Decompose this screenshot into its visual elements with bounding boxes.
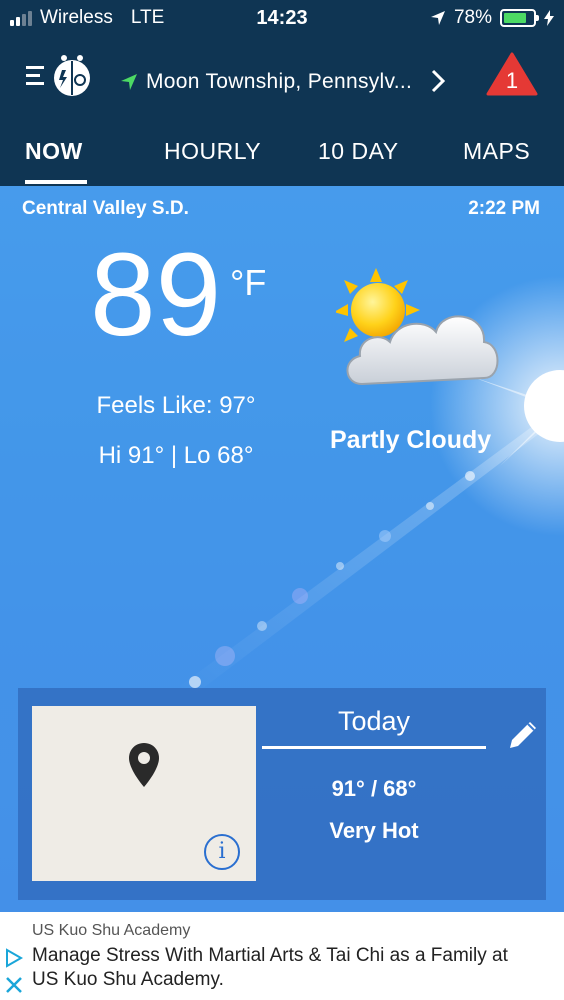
chevron-right-icon[interactable]	[430, 68, 446, 94]
battery-icon	[500, 9, 539, 27]
ad-close-icon[interactable]	[4, 975, 24, 995]
location-selector[interactable]: Moon Township, Pennsylv...	[120, 70, 412, 94]
ad-choices-icon[interactable]	[4, 948, 24, 968]
current-conditions: Central Valley S.D. 2:22 PM 89 °F Feels …	[0, 186, 564, 912]
tab-hourly[interactable]: HOURLY	[164, 138, 261, 165]
location-map[interactable]: i	[32, 706, 256, 881]
app-header: Moon Township, Pennsylv... 1	[0, 48, 564, 112]
active-tab-indicator	[25, 180, 87, 184]
menu-button[interactable]	[26, 52, 94, 100]
today-description: Very Hot	[329, 818, 419, 843]
alert-button[interactable]: 1	[486, 52, 538, 96]
tab-bar: NOW HOURLY 10 DAY MAPS	[0, 130, 564, 186]
location-arrow-icon	[121, 74, 137, 90]
status-bar: Wireless LTE 14:23 78%	[0, 0, 564, 40]
current-temperature: 89	[90, 229, 222, 361]
alert-count: 1	[506, 68, 518, 93]
charging-icon	[544, 10, 554, 26]
ad-text[interactable]: Manage Stress With Martial Arts & Tai Ch…	[32, 944, 532, 992]
today-card: i Today 91° / 68° Very Hot	[18, 688, 546, 900]
map-pin-icon	[129, 743, 159, 787]
station-name[interactable]: Central Valley S.D.	[22, 198, 189, 220]
tab-maps[interactable]: MAPS	[463, 138, 530, 165]
tab-10-day[interactable]: 10 DAY	[318, 138, 399, 165]
top-bar: Wireless LTE 14:23 78% Moon Township, Pe…	[0, 0, 564, 186]
today-divider	[262, 746, 486, 749]
feels-like: Feels Like: 97°	[96, 392, 256, 419]
today-hi-lo: 91° / 68°	[331, 776, 417, 801]
ad-source: US Kuo Shu Academy	[32, 922, 191, 939]
location-services-icon	[430, 11, 445, 25]
today-title: Today	[337, 706, 411, 736]
hi-lo: Hi 91° | Lo 68°	[98, 442, 254, 469]
observation-time: 2:22 PM	[468, 198, 540, 219]
condition-text: Partly Cloudy	[330, 426, 492, 454]
partly-cloudy-icon	[336, 268, 499, 386]
edit-icon[interactable]	[506, 718, 540, 752]
ad-banner[interactable]: US Kuo Shu Academy Manage Stress With Ma…	[0, 912, 564, 1000]
info-icon[interactable]: i	[204, 834, 240, 870]
location-name: Moon Township, Pennsylv...	[146, 70, 413, 93]
battery-percent: 78%	[453, 7, 492, 28]
tab-now[interactable]: NOW	[25, 138, 83, 165]
temperature-unit[interactable]: °F	[230, 262, 266, 304]
alert-icon: 1	[486, 52, 538, 96]
menu-logo-icon	[26, 55, 90, 96]
